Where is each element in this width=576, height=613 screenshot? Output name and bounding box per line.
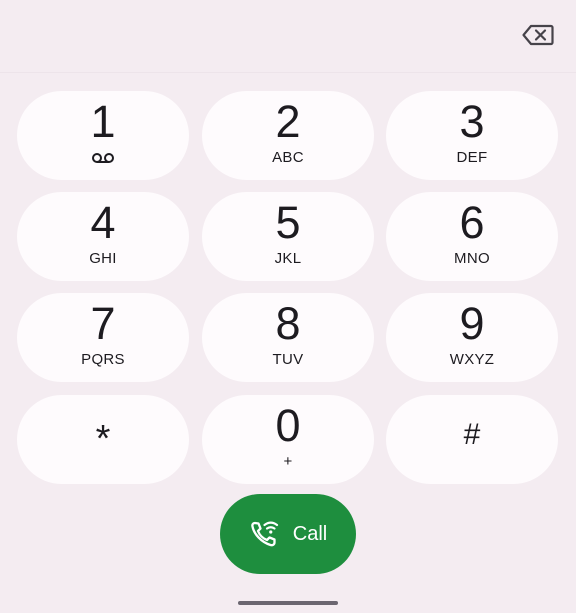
key-2[interactable]: 2 ABC	[202, 91, 374, 180]
key-digit: 8	[275, 298, 301, 349]
call-label: Call	[292, 522, 328, 545]
key-hash[interactable]: #	[386, 395, 558, 484]
key-0[interactable]: 0 +	[202, 395, 374, 484]
key-digit: 4	[90, 197, 116, 248]
key-digit: *	[95, 418, 111, 460]
key-letters: ABC	[272, 149, 304, 166]
key-letters: MNO	[454, 250, 490, 267]
key-digit: 7	[90, 298, 116, 349]
call-button[interactable]: Call	[220, 494, 356, 574]
backspace-icon	[522, 24, 554, 46]
key-letters: TUV	[272, 351, 304, 368]
key-digit: 2	[275, 96, 301, 147]
key-7[interactable]: 7 PQRS	[17, 293, 189, 382]
wifi-call-icon	[250, 521, 278, 547]
key-1[interactable]: 1	[17, 91, 189, 180]
backspace-button[interactable]	[518, 20, 558, 50]
key-star[interactable]: *	[17, 395, 189, 484]
dialer-input-bar	[0, 0, 576, 73]
key-letters: WXYZ	[449, 351, 495, 368]
key-digit: 9	[459, 298, 485, 349]
key-digit: 1	[90, 96, 116, 147]
key-letters: DEF	[456, 149, 488, 166]
key-letters: GHI	[89, 250, 117, 267]
key-6[interactable]: 6 MNO	[386, 192, 558, 281]
home-indicator[interactable]	[238, 601, 338, 605]
key-letters: JKL	[274, 250, 302, 267]
key-8[interactable]: 8 TUV	[202, 293, 374, 382]
key-4[interactable]: 4 GHI	[17, 192, 189, 281]
key-digit: 0	[275, 400, 301, 451]
key-5[interactable]: 5 JKL	[202, 192, 374, 281]
key-digit: 5	[275, 197, 301, 248]
key-digit: #	[463, 418, 481, 451]
key-letters: PQRS	[81, 351, 125, 368]
voicemail-icon	[92, 153, 114, 163]
dialer-screen: 1 2 ABC 3 DEF 4 GHI 5 JKL 6 MNO 7 PQRS 8…	[0, 0, 576, 613]
key-digit: 6	[459, 197, 485, 248]
key-digit: 3	[459, 96, 485, 147]
key-letters: +	[283, 453, 293, 470]
key-9[interactable]: 9 WXYZ	[386, 293, 558, 382]
key-3[interactable]: 3 DEF	[386, 91, 558, 180]
